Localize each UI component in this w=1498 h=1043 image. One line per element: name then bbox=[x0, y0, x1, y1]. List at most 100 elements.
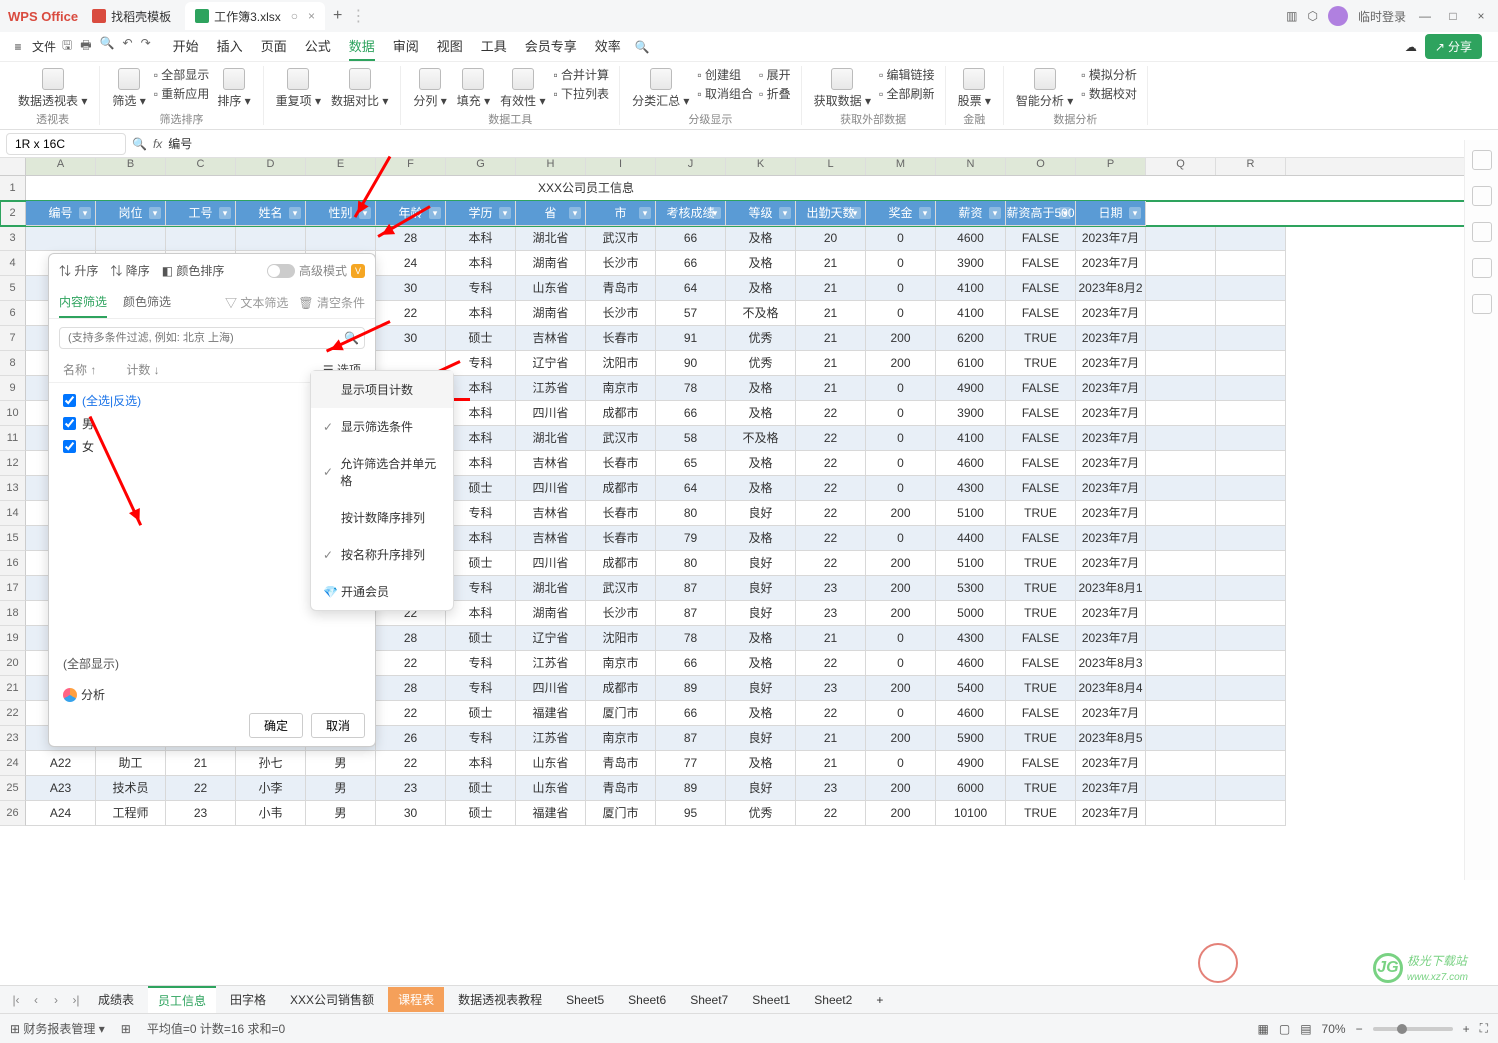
cell[interactable]: 4600 bbox=[936, 651, 1006, 676]
cell[interactable] bbox=[1216, 651, 1286, 676]
cell[interactable]: FALSE bbox=[1006, 301, 1076, 326]
cell[interactable]: 200 bbox=[866, 601, 936, 626]
cell[interactable] bbox=[1146, 726, 1216, 751]
cell[interactable]: 4600 bbox=[936, 701, 1006, 726]
cell[interactable]: FALSE bbox=[1006, 376, 1076, 401]
row-number[interactable]: 9 bbox=[0, 376, 26, 401]
cell[interactable]: 四川省 bbox=[516, 551, 586, 576]
cell[interactable]: 及格 bbox=[726, 526, 796, 551]
column-header[interactable]: R bbox=[1216, 158, 1286, 175]
cell[interactable]: 66 bbox=[656, 701, 726, 726]
cell[interactable]: 0 bbox=[866, 451, 936, 476]
cloud-icon[interactable]: ☁ bbox=[1405, 40, 1417, 54]
column-header[interactable]: G bbox=[446, 158, 516, 175]
cell[interactable]: 0 bbox=[866, 376, 936, 401]
ribbon-button[interactable]: 筛选 ▾ bbox=[110, 66, 147, 111]
cell[interactable]: 成都市 bbox=[586, 476, 656, 501]
cell[interactable]: 22 bbox=[796, 551, 866, 576]
cell[interactable]: 及格 bbox=[726, 651, 796, 676]
cell[interactable]: 良好 bbox=[726, 551, 796, 576]
cell[interactable]: 及格 bbox=[726, 701, 796, 726]
cell[interactable]: 87 bbox=[656, 601, 726, 626]
cell[interactable]: 200 bbox=[866, 576, 936, 601]
cell[interactable]: 小李 bbox=[236, 776, 306, 801]
cell[interactable]: 四川省 bbox=[516, 401, 586, 426]
cell[interactable]: 及格 bbox=[726, 376, 796, 401]
cell[interactable] bbox=[1216, 576, 1286, 601]
main-tab[interactable]: 审阅 bbox=[393, 32, 419, 61]
cell[interactable]: 30 bbox=[376, 801, 446, 826]
column-header[interactable]: M bbox=[866, 158, 936, 175]
cell[interactable]: 30 bbox=[376, 326, 446, 351]
cell[interactable]: 福建省 bbox=[516, 701, 586, 726]
cell[interactable]: 福建省 bbox=[516, 801, 586, 826]
cell[interactable]: 22 bbox=[166, 776, 236, 801]
cell[interactable]: 长沙市 bbox=[586, 601, 656, 626]
cell[interactable]: 本科 bbox=[446, 251, 516, 276]
cell[interactable]: 日期 bbox=[1076, 201, 1146, 226]
cell[interactable]: 2023年7月14日 bbox=[1076, 251, 1146, 276]
cell[interactable]: 21 bbox=[796, 351, 866, 376]
cell[interactable]: 3900 bbox=[936, 401, 1006, 426]
cell[interactable]: 男 bbox=[306, 776, 376, 801]
cell[interactable]: 77 bbox=[656, 751, 726, 776]
ribbon-button[interactable]: 智能分析 ▾ bbox=[1014, 66, 1075, 111]
cell[interactable]: 硕士 bbox=[446, 776, 516, 801]
cell[interactable]: 技术员 bbox=[96, 776, 166, 801]
cell[interactable]: FALSE bbox=[1006, 476, 1076, 501]
cell[interactable]: A24 bbox=[26, 801, 96, 826]
cell[interactable] bbox=[1146, 476, 1216, 501]
cell[interactable]: 200 bbox=[866, 776, 936, 801]
cell[interactable]: 5900 bbox=[936, 726, 1006, 751]
ribbon-button[interactable]: 股票 ▾ bbox=[956, 66, 993, 111]
view-normal-icon[interactable]: ▦ bbox=[1258, 1022, 1269, 1036]
sheet-tab[interactable]: 课程表 bbox=[388, 987, 444, 1012]
option-menu-item[interactable]: ✓按名称升序排列 bbox=[311, 536, 453, 573]
cell[interactable] bbox=[1216, 801, 1286, 826]
cell[interactable]: 良好 bbox=[726, 776, 796, 801]
checkbox[interactable] bbox=[63, 440, 76, 453]
ribbon-subitem[interactable]: ▫ 模拟分析 bbox=[1081, 66, 1137, 83]
cell[interactable]: 山东省 bbox=[516, 776, 586, 801]
cell[interactable]: 28 bbox=[376, 626, 446, 651]
filter-search-input[interactable] bbox=[59, 327, 365, 349]
cell[interactable]: 专科 bbox=[446, 726, 516, 751]
cell[interactable]: 0 bbox=[866, 401, 936, 426]
cell[interactable]: 及格 bbox=[726, 251, 796, 276]
cell[interactable]: 30 bbox=[376, 276, 446, 301]
cell[interactable]: 湖北省 bbox=[516, 426, 586, 451]
cell[interactable]: 79 bbox=[656, 526, 726, 551]
cube-icon[interactable]: ⬡ bbox=[1308, 9, 1318, 23]
cell[interactable]: 2023年8月4日 bbox=[1076, 676, 1146, 701]
cell[interactable]: 4600 bbox=[936, 226, 1006, 251]
cell[interactable]: FALSE bbox=[1006, 651, 1076, 676]
cell[interactable]: 0 bbox=[866, 651, 936, 676]
cell[interactable]: 20 bbox=[796, 226, 866, 251]
cell[interactable]: 南京市 bbox=[586, 651, 656, 676]
cell[interactable]: 2023年7月24日 bbox=[1076, 551, 1146, 576]
cell[interactable]: 78 bbox=[656, 626, 726, 651]
main-tab[interactable]: 工具 bbox=[481, 32, 507, 61]
cell[interactable]: 21 bbox=[796, 376, 866, 401]
cell[interactable]: 57 bbox=[656, 301, 726, 326]
cell[interactable]: 优秀 bbox=[726, 326, 796, 351]
view-page-icon[interactable]: ▢ bbox=[1279, 1022, 1290, 1036]
text-filter-button[interactable]: ▽ 文本筛选 bbox=[225, 294, 288, 311]
cell[interactable]: 0 bbox=[866, 526, 936, 551]
cell[interactable]: 硕士 bbox=[446, 551, 516, 576]
sheet-tab[interactable]: Sheet7 bbox=[680, 989, 738, 1011]
cell[interactable] bbox=[1216, 301, 1286, 326]
cell[interactable]: 厦门市 bbox=[586, 801, 656, 826]
cell[interactable] bbox=[1216, 676, 1286, 701]
cell[interactable]: 2023年8月5日 bbox=[1076, 726, 1146, 751]
cell[interactable] bbox=[1216, 776, 1286, 801]
cell[interactable]: 及格 bbox=[726, 476, 796, 501]
cell[interactable]: FALSE bbox=[1006, 226, 1076, 251]
close-icon[interactable]: × bbox=[1472, 9, 1490, 23]
cell[interactable]: 优秀 bbox=[726, 801, 796, 826]
cell[interactable] bbox=[1216, 376, 1286, 401]
analyze-button[interactable]: 分析 bbox=[59, 682, 365, 707]
cell[interactable] bbox=[1216, 476, 1286, 501]
cell[interactable] bbox=[1216, 426, 1286, 451]
ribbon-subitem[interactable]: ▫ 重新应用 bbox=[154, 85, 210, 102]
